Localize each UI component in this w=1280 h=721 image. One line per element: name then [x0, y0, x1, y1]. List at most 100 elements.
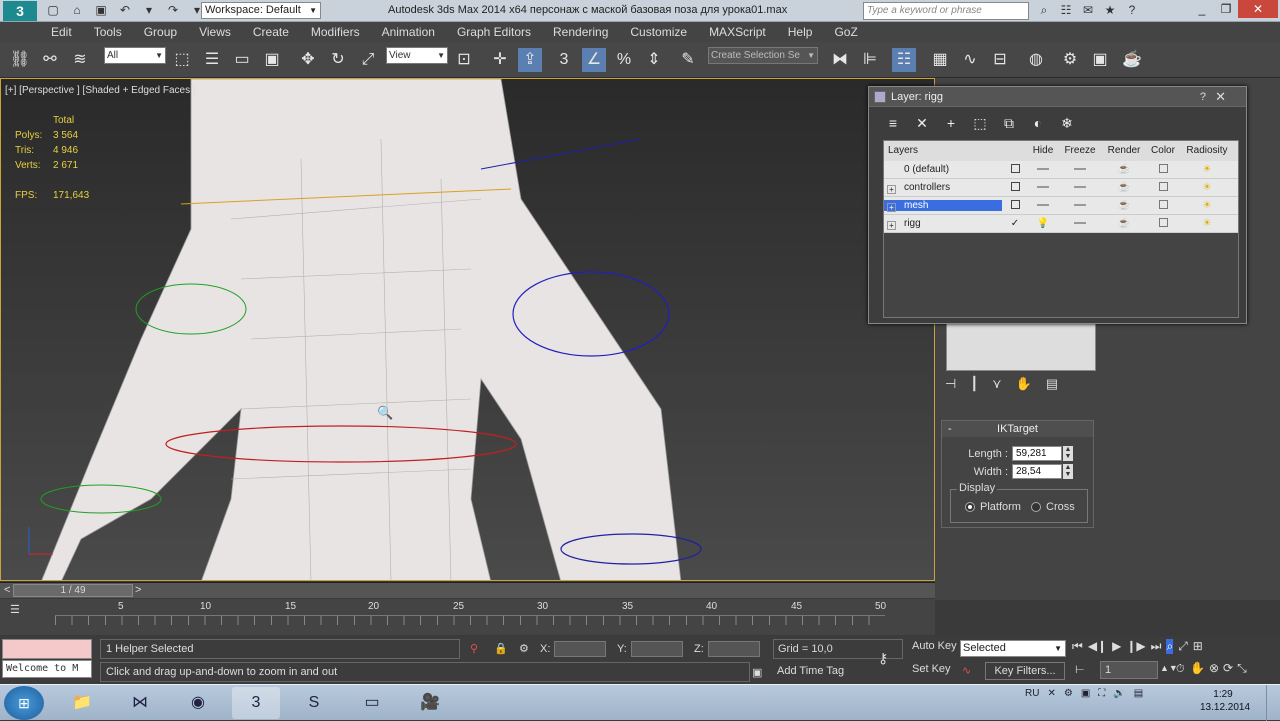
skype-icon[interactable]: S	[290, 687, 338, 719]
z-input[interactable]	[707, 641, 760, 657]
video-capture-icon[interactable]: 🎥	[406, 687, 454, 719]
radiosity-sun-icon[interactable]: ☀	[1180, 164, 1234, 175]
time-configuration-icon[interactable]: ⏱	[1176, 663, 1185, 676]
expand-icon[interactable]: +	[887, 203, 896, 212]
subscription-icon[interactable]: ☷	[1057, 2, 1075, 19]
key-mode-toggle-icon[interactable]: ⊢	[1075, 663, 1085, 676]
highlight-selected-layer-icon[interactable]: ⧉	[999, 113, 1019, 133]
align-icon[interactable]: ⊫	[858, 48, 882, 72]
workspace-dropdown[interactable]: Workspace: Default ▼	[201, 2, 321, 19]
clock[interactable]: 1:29 13.12.2014	[1200, 688, 1250, 714]
time-slider-thumb[interactable]: 1 / 49	[13, 584, 133, 597]
delete-layer-icon[interactable]: ✕	[912, 113, 932, 133]
maxscript-input[interactable]: Welcome to M	[2, 660, 92, 678]
rendered-frame-window-icon[interactable]: ▣	[1088, 48, 1112, 72]
sticky-notes-icon[interactable]: ▭	[348, 687, 396, 719]
move-icon[interactable]: ✥	[296, 48, 320, 72]
layer-color-swatch[interactable]	[1158, 199, 1168, 209]
select-manipulate-icon[interactable]: ✛	[488, 48, 512, 72]
radiosity-sun-icon[interactable]: ☀	[1180, 182, 1234, 193]
current-frame-field[interactable]: 1	[1100, 661, 1158, 679]
add-to-layer-icon[interactable]: +	[941, 113, 961, 133]
edit-named-selection-icon[interactable]: ✎	[676, 48, 700, 72]
menu-tools[interactable]: Tools	[94, 25, 122, 39]
column-freeze[interactable]: Freeze	[1058, 141, 1102, 161]
show-end-result-icon[interactable]: ┃	[970, 376, 978, 392]
prev-frame-button[interactable]: <	[4, 584, 10, 596]
open-file-icon[interactable]: ⌂	[68, 2, 86, 19]
start-button[interactable]: ⊞	[4, 686, 44, 720]
x-input[interactable]	[554, 641, 607, 657]
pan-hand-icon[interactable]: ✋	[1190, 661, 1205, 676]
3dsmax-taskbar-icon[interactable]: 3	[232, 687, 280, 719]
set-key-button[interactable]: Set Key	[912, 663, 951, 675]
current-layer-checkbox[interactable]	[1010, 199, 1020, 209]
freeze-toggle[interactable]	[1074, 168, 1086, 171]
rotate-icon[interactable]: ↻	[326, 48, 350, 72]
time-tag-icon[interactable]: ▣	[752, 666, 762, 679]
rectangular-selection-icon[interactable]: ▭	[230, 48, 254, 72]
hide-all-layers-icon[interactable]: ◐	[1028, 113, 1048, 133]
menu-customize[interactable]: Customize	[630, 25, 687, 39]
reference-coordinate-dropdown[interactable]: View ▼	[386, 47, 448, 64]
length-spinner[interactable]: ▲ ▼	[1063, 446, 1073, 461]
configure-modifier-sets-icon[interactable]: ▤	[1046, 376, 1058, 392]
next-frame-button[interactable]: >	[135, 584, 141, 596]
menu-help[interactable]: Help	[788, 25, 813, 39]
menu-edit[interactable]: Edit	[51, 25, 72, 39]
unlink-icon[interactable]: ⚯	[38, 48, 62, 72]
select-object-icon[interactable]: ⬚	[170, 48, 194, 72]
layer-explorer-icon[interactable]: ☷	[892, 48, 916, 72]
cross-radio[interactable]: Cross	[1031, 501, 1075, 513]
menu-goz[interactable]: GoZ	[834, 25, 857, 39]
menu-group[interactable]: Group	[144, 25, 177, 39]
freeze-toggle[interactable]	[1074, 222, 1086, 225]
render-setup-icon[interactable]: ⚙	[1058, 48, 1082, 72]
undo-dropdown-icon[interactable]: ▾	[140, 2, 158, 19]
track-bar[interactable]: ☰ 5 10 15 20 25 30 35 40 45 50	[0, 599, 935, 635]
layer-color-swatch[interactable]	[1158, 217, 1168, 227]
length-input[interactable]: 59,281	[1012, 446, 1062, 461]
y-input[interactable]	[630, 641, 683, 657]
hide-toggle[interactable]	[1037, 168, 1049, 171]
redo-icon[interactable]: ↷	[164, 2, 182, 19]
layer-row[interactable]: + mesh ☕ ☀	[884, 197, 1238, 215]
menu-graph-editors[interactable]: Graph Editors	[457, 25, 531, 39]
expand-icon[interactable]: +	[887, 185, 896, 194]
hide-toggle[interactable]	[1037, 204, 1049, 207]
show-desktop-button[interactable]	[1266, 685, 1280, 721]
layer-name[interactable]: + rigg	[884, 218, 1002, 230]
walkthrough-icon[interactable]: ⊗	[1209, 661, 1219, 676]
current-layer-checkbox[interactable]	[1010, 181, 1020, 191]
layer-name[interactable]: 0 (default)	[884, 164, 1002, 175]
freeze-all-layers-icon[interactable]: ❄	[1057, 113, 1077, 133]
zoom-all-icon[interactable]: ⤢	[1178, 639, 1188, 654]
undo-icon[interactable]: ↶	[116, 2, 134, 19]
key-filters-button[interactable]: Key Filters...	[985, 662, 1065, 680]
layer-color-swatch[interactable]	[1158, 163, 1168, 173]
save-icon[interactable]: ▣	[92, 2, 110, 19]
angle-snap-icon[interactable]: ∠	[582, 48, 606, 72]
visual-studio-icon[interactable]: ⋈	[116, 687, 164, 719]
absolute-mode-icon[interactable]: ⚙	[519, 642, 529, 655]
favorites-star-icon[interactable]: ★	[1101, 2, 1119, 19]
current-layer-checkmark-icon[interactable]: ✓	[1002, 218, 1028, 229]
named-selection-set-dropdown[interactable]: Create Selection Se ▼	[708, 47, 818, 64]
layer-row[interactable]: + controllers ☕ ☀	[884, 179, 1238, 197]
menu-maxscript[interactable]: MAXScript	[709, 25, 766, 39]
new-file-icon[interactable]: ▢	[44, 2, 62, 19]
layer-color-swatch[interactable]	[1158, 181, 1168, 191]
graphite-toolbar-icon[interactable]: ▦	[928, 48, 952, 72]
zoom-icon[interactable]: ⌕	[1166, 639, 1174, 654]
column-layers[interactable]: Layers	[884, 141, 1028, 161]
layer-row[interactable]: 0 (default) ☕ ☀	[884, 161, 1238, 179]
tray-icon[interactable]: ⚙	[1064, 688, 1073, 699]
layer-close-button[interactable]: ✕	[1215, 87, 1226, 107]
mirror-icon[interactable]: ⧓	[828, 48, 852, 72]
language-indicator[interactable]: RU	[1025, 688, 1039, 699]
selection-lock-icon[interactable]: 🔒	[494, 642, 508, 655]
perspective-viewport[interactable]: [+] [Perspective ] [Shaded + Edged Faces…	[0, 78, 935, 581]
minimize-icon[interactable]: _	[1190, 0, 1214, 18]
window-crossing-icon[interactable]: ▣	[260, 48, 284, 72]
layer-help-button[interactable]: ?	[1200, 87, 1206, 107]
